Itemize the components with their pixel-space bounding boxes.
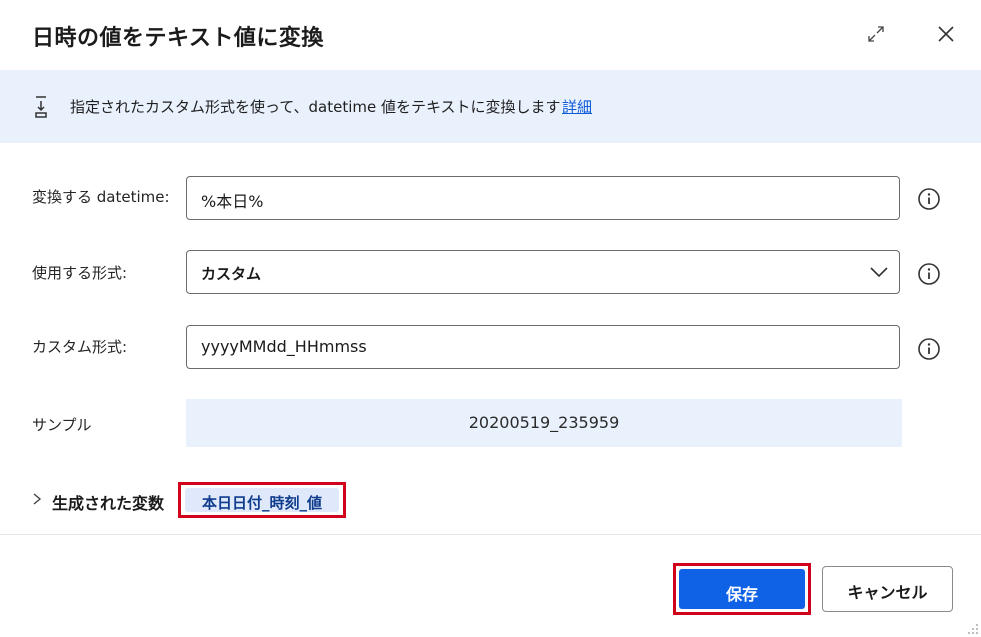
banner-text: 指定されたカスタム形式を使って、datetime 値をテキストに変換します bbox=[70, 98, 561, 116]
chevron-down-icon bbox=[870, 267, 888, 278]
footer-divider bbox=[0, 534, 981, 535]
close-icon bbox=[938, 26, 954, 42]
sample-label: サンプル bbox=[32, 416, 92, 434]
format-select[interactable]: カスタム bbox=[186, 250, 900, 294]
variable-tag[interactable]: 本日日付_時刻_値 bbox=[178, 482, 346, 518]
format-info-icon[interactable] bbox=[917, 262, 941, 286]
datetime-info-icon[interactable] bbox=[917, 187, 941, 211]
custom-format-info-icon[interactable] bbox=[917, 337, 941, 361]
resize-grip-icon[interactable] bbox=[965, 621, 979, 635]
generated-variables-label: 生成された変数 bbox=[52, 494, 165, 513]
custom-format-value: yyyyMMdd_HHmmss bbox=[201, 337, 367, 356]
datetime-label: 変換する datetime: bbox=[32, 188, 170, 206]
datetime-value: %本日% bbox=[201, 192, 264, 211]
expand-button[interactable] bbox=[860, 18, 892, 50]
details-link[interactable]: 詳細 bbox=[562, 96, 592, 117]
sample-value: 20200519_235959 bbox=[468, 413, 620, 432]
expand-icon bbox=[868, 26, 884, 42]
sample-output: 20200519_235959 bbox=[186, 399, 902, 447]
custom-format-input[interactable]: yyyyMMdd_HHmmss bbox=[186, 325, 900, 369]
format-value: カスタム bbox=[201, 265, 262, 283]
dialog-title: 日時の値をテキスト値に変換 bbox=[32, 26, 324, 51]
format-label: 使用する形式: bbox=[32, 264, 128, 282]
datetime-convert-icon bbox=[35, 96, 47, 118]
variable-name: 本日日付_時刻_値 bbox=[201, 494, 322, 512]
variable-tag-chip: 本日日付_時刻_値 bbox=[185, 488, 339, 512]
chevron-right-icon[interactable] bbox=[30, 492, 44, 506]
datetime-input[interactable]: %本日% bbox=[186, 176, 900, 220]
cancel-button-label: キャンセル bbox=[847, 583, 928, 602]
save-button-highlight: 保存 bbox=[673, 563, 811, 615]
info-banner: 指定されたカスタム形式を使って、datetime 値をテキストに変換します 詳細 bbox=[0, 70, 981, 143]
save-button-label: 保存 bbox=[725, 585, 758, 604]
convert-datetime-dialog: 日時の値をテキスト値に変換 指定されたカスタム形式を使って、datetime 値… bbox=[0, 0, 981, 637]
cancel-button[interactable]: キャンセル bbox=[822, 566, 953, 612]
save-button[interactable]: 保存 bbox=[679, 569, 805, 609]
close-button[interactable] bbox=[930, 18, 962, 50]
custom-format-label: カスタム形式: bbox=[32, 338, 128, 356]
